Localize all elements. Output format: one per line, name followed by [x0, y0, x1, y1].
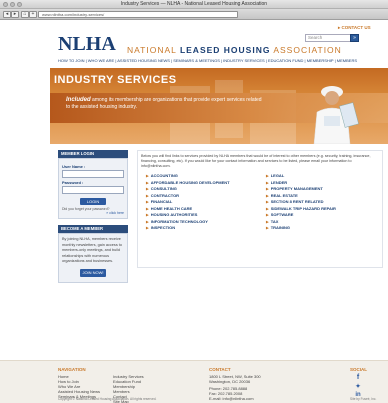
forgot-password: Did you forget your password? » click he…	[62, 207, 124, 215]
browser-toolbar: ◂ ▸ ⌂ + www.nlintha.com/industry-service…	[0, 9, 388, 20]
service-label: PROPERTY MANAGEMENT	[270, 186, 323, 191]
service-link[interactable]: ▶ TRAINING	[266, 225, 376, 232]
services-content: Below you will find links to services pr…	[137, 150, 383, 268]
arrow-icon: ▶	[266, 206, 269, 211]
logo[interactable]: NLHA	[58, 33, 116, 56]
service-label: AFFORDABLE HOUSING DEVELOPMENT	[150, 179, 230, 185]
arrow-icon: ▶	[146, 193, 149, 198]
arrow-icon: ▶	[146, 180, 149, 185]
member-login-panel: User Name : Password : LOGIN Did you for…	[58, 158, 128, 219]
arrow-icon: ▶	[266, 219, 269, 224]
become-member-heading: BECOME A MEMBER	[58, 225, 128, 233]
service-label: HOME HEALTH CARE	[150, 205, 193, 211]
forward-button[interactable]: ▸	[11, 11, 19, 18]
home-button[interactable]: ⌂	[21, 11, 29, 18]
service-label: HOUSING AUTHORITIES	[150, 212, 198, 217]
search-icon: »	[353, 35, 356, 41]
main-navigation[interactable]: HOW TO JOIN | WHO WE ARE | ASSISTED HOUS…	[0, 57, 388, 65]
service-label: TAX	[270, 218, 279, 224]
arrow-icon: ▶	[146, 219, 149, 224]
service-label: ACCOUNTING	[150, 173, 178, 178]
arrow-icon: ▶	[266, 174, 269, 178]
add-bookmark-button[interactable]: +	[29, 11, 37, 18]
services-intro: Below you will find links to services pr…	[141, 154, 371, 168]
footer-contact-info: 1800 L Street, NW, Suite 300 Washington,…	[209, 374, 261, 401]
window-titlebar: Industry Services — NLHA - National Leas…	[0, 0, 388, 9]
service-label: TRAINING	[270, 225, 291, 230]
username-field[interactable]	[62, 170, 124, 178]
arrow-icon: ▶	[266, 180, 269, 185]
contact-us-link[interactable]: ▸ CONTACT US	[338, 25, 371, 31]
footer-navigation-heading: NAVIGATION	[58, 367, 86, 372]
arrow-icon: ▶	[266, 226, 269, 230]
arrow-icon: ▶	[146, 174, 149, 178]
arrow-icon: ▶	[266, 193, 269, 198]
tagline: NATIONAL LEASED HOUSING ASSOCIATION	[127, 45, 342, 55]
service-label: FINANCIAL	[150, 199, 173, 204]
footer-social-heading: SOCIAL	[350, 367, 368, 372]
arrow-icon: ▶	[266, 187, 269, 191]
join-now-button[interactable]: JOIN NOW!	[80, 268, 106, 277]
copyright: Copyright © National Leased Housing Asso…	[58, 397, 157, 401]
email[interactable]: E-mail: info@nlintha.com	[209, 396, 261, 401]
search-button[interactable]: »	[350, 34, 359, 42]
forgot-password-link[interactable]: » click here	[62, 211, 124, 215]
arrow-icon: ▶	[146, 206, 149, 211]
service-link[interactable]: ▶ INSPECTION	[146, 225, 256, 232]
password-field[interactable]	[62, 186, 124, 194]
password-label: Password :	[62, 180, 84, 185]
username-label: User Name :	[62, 164, 86, 169]
arrow-icon: ▶	[146, 187, 149, 191]
window-title: Industry Services — NLHA - National Leas…	[120, 1, 268, 7]
member-login-heading: MEMBER LOGIN	[58, 150, 128, 158]
arrow-icon: ▶	[266, 213, 269, 217]
service-label: LEGAL	[270, 173, 285, 178]
address-bar[interactable]: www.nlintha.com/industry-services/	[38, 11, 238, 18]
service-label: INFORMATION TECHNOLOGY	[150, 218, 208, 224]
services-list-left: ▶ ACCOUNTING ▶ AFFORDABLE HOUSING DEVELOPME…	[146, 173, 256, 232]
arrow-icon: ▶	[146, 213, 149, 217]
page-title: INDUSTRY SERVICES	[54, 74, 177, 86]
become-member-panel: By joining NLHA, members receive monthly…	[58, 233, 128, 283]
forgot-password-text: Did you forget your password?	[62, 207, 110, 211]
member-description: By joining NLHA, members receive monthly…	[62, 237, 122, 263]
service-label: SIDEWALK TRIP HAZARD REPAIR	[270, 205, 336, 211]
footer-contact-heading: CONTACT	[209, 367, 231, 372]
construction-worker-image	[313, 86, 359, 144]
facebook-icon[interactable]: f	[353, 374, 363, 382]
login-button[interactable]: LOGIN	[80, 198, 106, 205]
sidebar: MEMBER LOGIN User Name : Password : LOGI…	[58, 150, 128, 283]
address-line-2: Washington, DC 20036	[209, 379, 251, 384]
arrow-icon: ▶	[146, 200, 149, 204]
hero-banner: INDUSTRY SERVICES Included among its mem…	[50, 68, 388, 144]
back-button[interactable]: ◂	[3, 11, 11, 18]
service-label: CONSULTING	[150, 186, 177, 191]
service-label: CONTRACTOR	[150, 192, 180, 198]
service-label: LENDER	[270, 179, 288, 185]
site-credit[interactable]: Site by Fuseé, Inc.	[350, 397, 376, 401]
arrow-icon: ▶	[266, 200, 269, 204]
banner-text: Included among its membership are organi…	[66, 97, 262, 110]
service-label: SOFTWARE	[270, 212, 294, 217]
service-label: REAL ESTATE	[270, 192, 298, 198]
twitter-icon[interactable]: ✦	[353, 383, 363, 391]
footer-nav-col1: Home How to Join Who We Are Assisted Housin…	[58, 374, 100, 399]
services-list-right: ▶ LEGAL ▶ LENDER ▶ PROPERTY MANAGEMENT ▶ REAL E…	[266, 173, 376, 232]
arrow-icon: ▶	[146, 226, 149, 230]
service-label: INSPECTION	[150, 225, 176, 230]
service-label: SECTION 8 RENT RELATED	[270, 199, 324, 204]
